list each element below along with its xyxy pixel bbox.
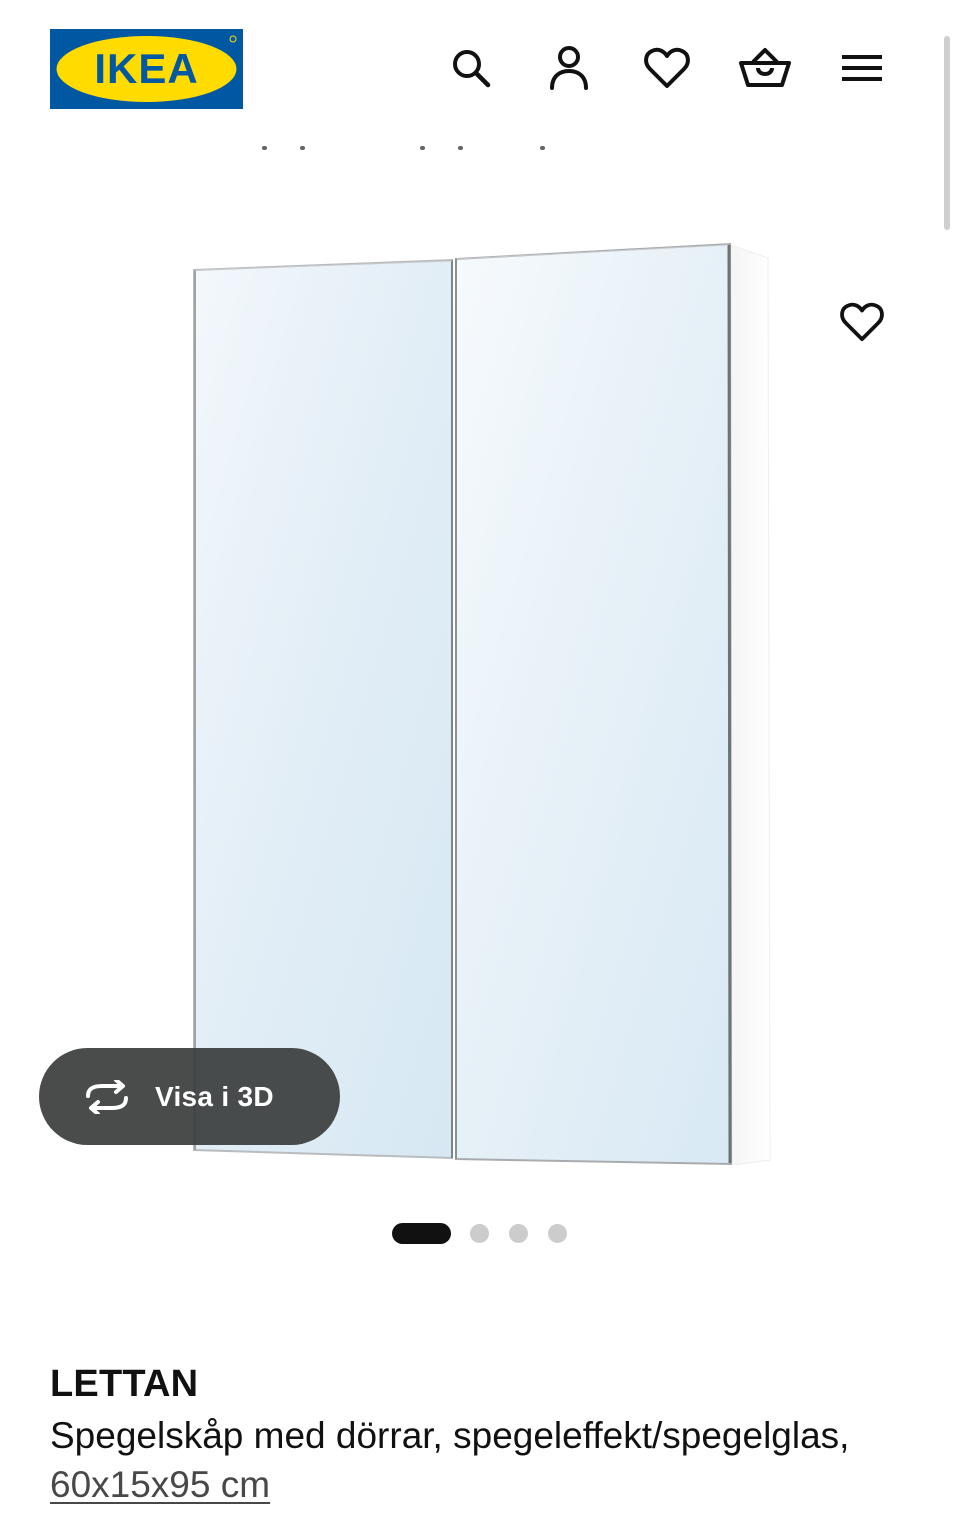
ikea-logo-text: IKEA [94, 45, 198, 92]
heart-icon [644, 47, 690, 88]
carousel-dot[interactable] [470, 1223, 489, 1243]
carousel-dot[interactable] [509, 1223, 528, 1243]
search-button[interactable] [443, 40, 499, 96]
product-description: Spegelskåp med dörrar, spegeleffekt/speg… [50, 1411, 930, 1509]
carousel-dot[interactable] [548, 1223, 567, 1243]
menu-button[interactable] [834, 40, 890, 96]
search-icon [453, 50, 491, 88]
profile-icon [550, 46, 588, 90]
heart-icon [840, 302, 884, 342]
view-in-3d-button[interactable]: Visa i 3D [39, 1048, 340, 1145]
hamburger-menu-icon [842, 55, 882, 81]
product-measurement-link[interactable]: 60x15x95 cm [50, 1464, 270, 1505]
profile-button[interactable] [541, 40, 597, 96]
rotate-3d-icon [81, 1077, 133, 1117]
add-to-favourites-button[interactable] [815, 275, 909, 369]
breadcrumb-scrolled-remnant [250, 146, 570, 164]
site-header: IKEA [0, 0, 960, 140]
shopping-bag-icon [739, 48, 791, 87]
product-type-text: Spegelskåp med dörrar, spegeleffekt/speg… [50, 1415, 850, 1456]
image-carousel-indicator [392, 1222, 587, 1244]
view-in-3d-label: Visa i 3D [155, 1080, 274, 1112]
favourites-button[interactable] [639, 40, 695, 96]
ikea-logo[interactable]: IKEA [50, 29, 243, 109]
carousel-dot-active[interactable] [392, 1222, 451, 1244]
product-name: LETTAN [50, 1363, 199, 1405]
shopping-bag-button[interactable] [737, 40, 793, 96]
